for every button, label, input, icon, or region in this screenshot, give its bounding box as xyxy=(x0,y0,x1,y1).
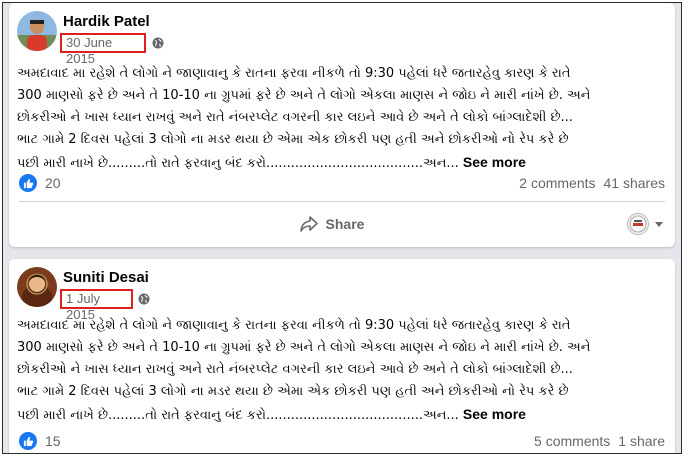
audience-selector-icon xyxy=(627,213,649,235)
author-name[interactable]: Hardik Patel xyxy=(63,13,150,30)
post-text-line: પછી મારી નાખે છે.........તો રાતે ફરવાનુ … xyxy=(17,408,459,423)
screenshot-frame: Hardik Patel 30 June 2015 અમદાવાદ મા રહે… xyxy=(2,2,682,454)
share-arrow-icon xyxy=(299,216,318,232)
post-text-line: ભાટ ગામે 2 દિવસ પહેલાં 3 લોગો ના મડર થયા… xyxy=(17,132,569,147)
globe-icon xyxy=(152,37,164,49)
share-label: Share xyxy=(325,216,365,232)
like-icon xyxy=(19,432,37,450)
shares-count[interactable]: 1 share xyxy=(618,433,665,449)
author-avatar[interactable] xyxy=(17,267,57,307)
post-text-line: ભાટ ગામે 2 દિવસ પહેલાં 3 લોગો ના મડર થયા… xyxy=(17,384,569,399)
reaction-count: 20 xyxy=(45,175,61,191)
author-name[interactable]: Suniti Desai xyxy=(63,269,149,286)
post-text-line: છોકરીઓ ને ખાસ ધ્યાન રાખવું અને રાતે નંબર… xyxy=(17,362,573,377)
reaction-summary[interactable]: 20 xyxy=(19,173,61,193)
engagement-counts: 2 comments 41 shares xyxy=(511,173,665,193)
like-icon xyxy=(19,174,37,192)
author-avatar[interactable] xyxy=(17,11,57,51)
shares-count[interactable]: 41 shares xyxy=(604,175,665,191)
engagement-counts: 5 comments 1 share xyxy=(526,431,665,451)
post-text-line: અમદાવાદ મા રહેશે તે લોગો ને જાણાવાનુ કે … xyxy=(17,318,571,333)
post-card: Suniti Desai 1 July 2015 અમદાવાદ મા રહેશ… xyxy=(9,259,675,453)
globe-icon xyxy=(138,293,150,305)
share-button[interactable]: Share xyxy=(277,209,387,239)
post-date[interactable]: 1 July 2015 xyxy=(60,289,133,322)
comments-count[interactable]: 5 comments xyxy=(534,433,610,449)
post-text: અમદાવાદ મા રહેશે તે લોગો ને જાણાવાનુ કે … xyxy=(17,315,667,425)
see-more-link[interactable]: See more xyxy=(463,406,526,422)
action-divider xyxy=(19,201,665,202)
post-text-line: 300 માણસો ફરે છે અને તે 10-10 ના ગ્રુપમા… xyxy=(17,340,591,355)
post-text-line-last: પછી મારી નાખે છે.........તો રાતે ફરવાનુ … xyxy=(17,403,667,425)
see-more-link[interactable]: See more xyxy=(463,154,526,170)
post-text-line-last: પછી મારી નાખે છે.........તો રાતે ફરવાનુ … xyxy=(17,151,667,173)
post-text-line: પછી મારી નાખે છે.........તો રાતે ફરવાનુ … xyxy=(17,156,459,171)
reaction-count: 15 xyxy=(45,433,61,449)
post-text-line: અમદાવાદ મા રહેશે તે લોગો ને જાણાવાનુ કે … xyxy=(17,66,571,81)
post-text-line: છોકરીઓ ને ખાસ ધ્યાન રાખવું અને રાતે નંબર… xyxy=(17,110,573,125)
chevron-down-icon xyxy=(655,221,663,227)
post-text: અમદાવાદ મા રહેશે તે લોગો ને જાણાવાનુ કે … xyxy=(17,63,667,173)
post-date[interactable]: 30 June 2015 xyxy=(60,33,146,66)
post-card: Hardik Patel 30 June 2015 અમદાવાદ મા રહે… xyxy=(9,3,675,247)
comments-count[interactable]: 2 comments xyxy=(519,175,595,191)
audience-selector[interactable] xyxy=(627,213,663,235)
reaction-summary[interactable]: 15 xyxy=(19,431,61,451)
post-text-line: 300 માણસો ફરે છે અને તે 10-10 ના ગ્રુપમા… xyxy=(17,88,591,103)
